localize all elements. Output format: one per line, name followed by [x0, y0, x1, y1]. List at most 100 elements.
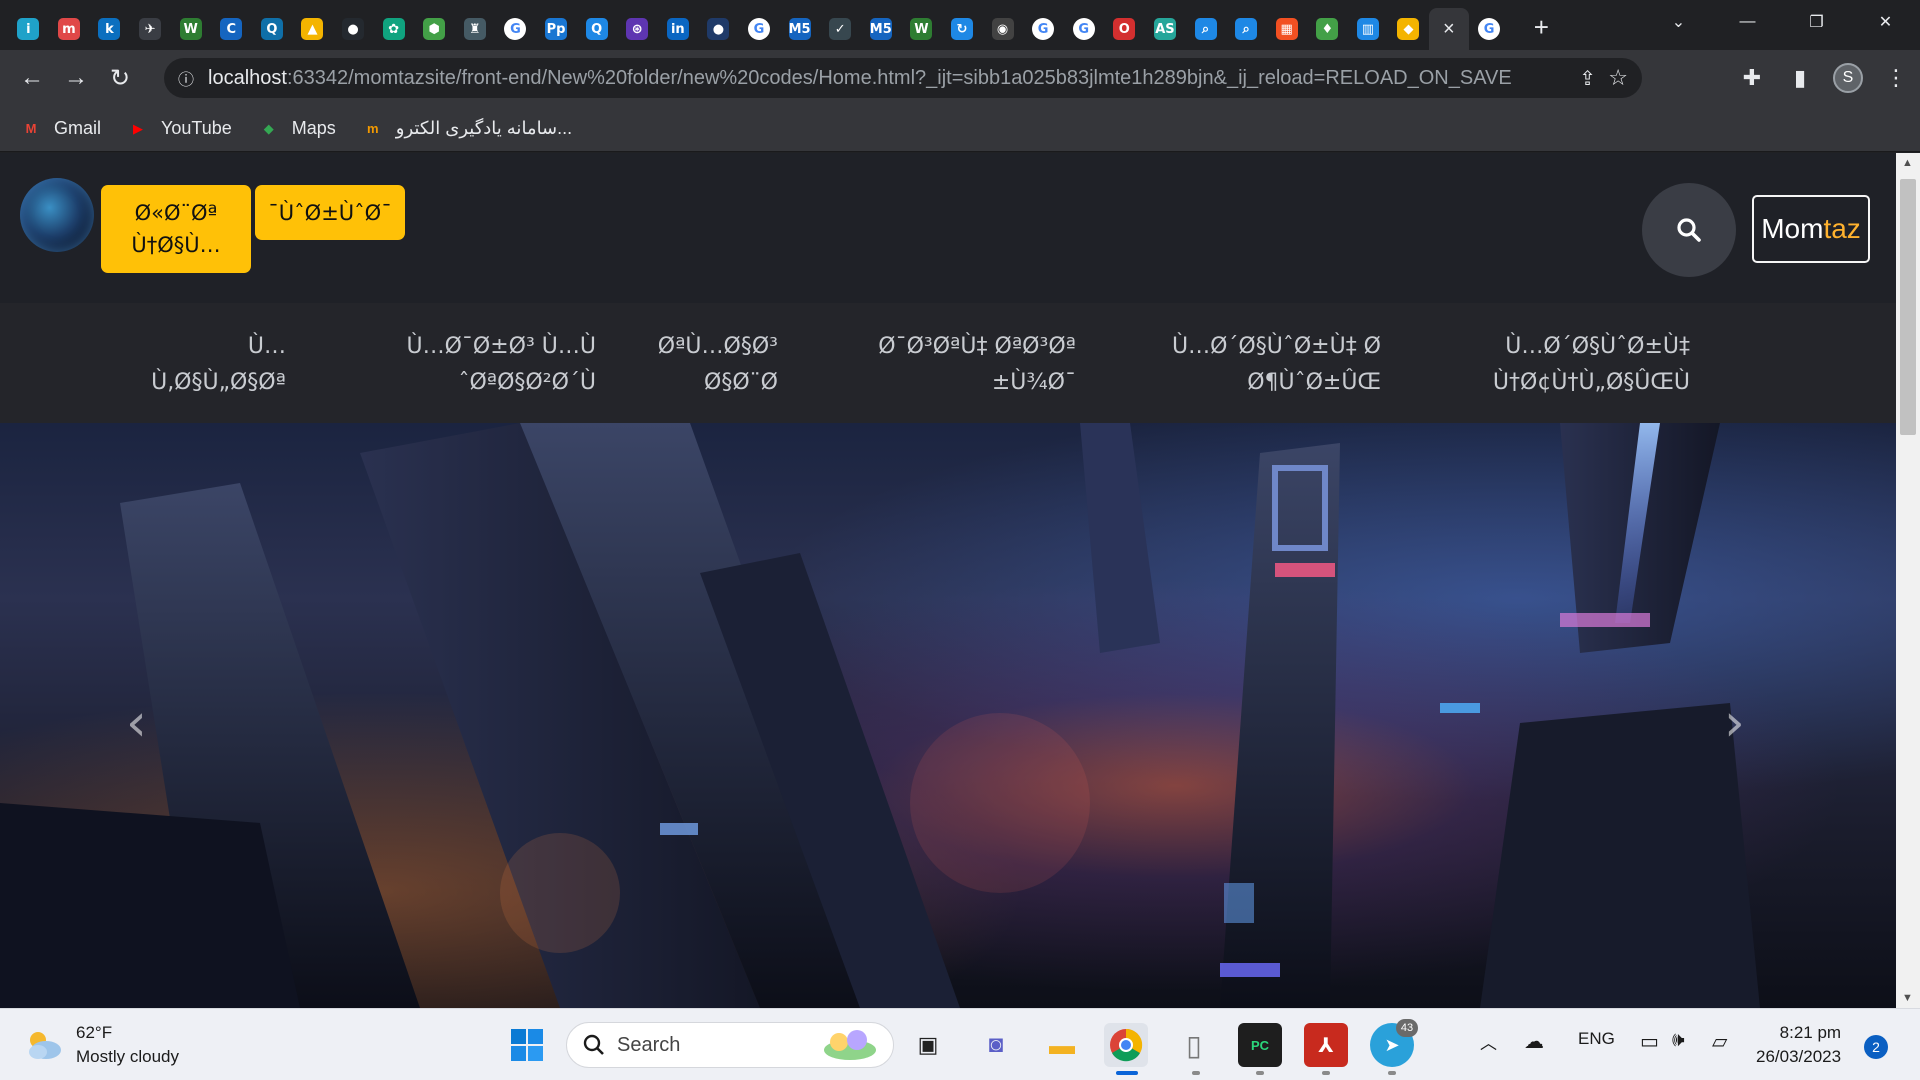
search-icon: [1677, 218, 1701, 242]
new-tab-button[interactable]: +: [1523, 9, 1559, 45]
browser-tab[interactable]: W: [901, 8, 942, 50]
file-explorer-icon[interactable]: ▬: [1040, 1023, 1084, 1067]
close-window-button[interactable]: ✕: [1851, 0, 1920, 44]
url-text[interactable]: localhost:63342/momtazsite/front-end/New…: [208, 67, 1568, 90]
browser-tab[interactable]: G: [1023, 8, 1064, 50]
browser-tab[interactable]: ✿: [373, 8, 414, 50]
browser-tab[interactable]: M5: [779, 8, 820, 50]
browser-tab[interactable]: ●: [698, 8, 739, 50]
bookmark-item[interactable]: ▶ YouTube: [127, 118, 232, 139]
start-button[interactable]: [505, 1023, 549, 1067]
browser-tab[interactable]: ✓: [820, 8, 861, 50]
show-hidden-icons-chevron-icon[interactable]: ︿: [1480, 1029, 1497, 1054]
browser-tab[interactable]: ♦: [1307, 8, 1348, 50]
bookmark-item[interactable]: M Gmail: [20, 118, 101, 139]
scroll-up-arrow[interactable]: ▲: [1902, 157, 1913, 169]
site-logo[interactable]: [20, 178, 94, 252]
tab-search-icon[interactable]: ⌄: [1644, 0, 1713, 44]
browser-tab[interactable]: Q: [252, 8, 293, 50]
pycharm-icon[interactable]: PC: [1238, 1023, 1282, 1067]
signup-button[interactable]: Ø«Ø¨Øª Ù†Ø§Ù…: [101, 185, 251, 273]
carousel-next-button[interactable]: ›: [1724, 693, 1745, 753]
browser-tab[interactable]: k: [89, 8, 130, 50]
address-bar[interactable]: ⓘ localhost:63342/momtazsite/front-end/N…: [164, 58, 1642, 98]
nav-link-online-consult[interactable]: Ù…Ø´Ø§ÙˆØ±Ù‡ Ù†Ø¢Ù†Ù„Ø§ÛŒÙ: [1493, 329, 1690, 401]
browser-tab[interactable]: ⌕: [1185, 8, 1226, 50]
scroll-down-arrow[interactable]: ▼: [1902, 992, 1913, 1004]
browser-tab[interactable]: ♜: [455, 8, 496, 50]
gmail-icon: M: [25, 121, 37, 136]
browser-tab[interactable]: C: [211, 8, 252, 50]
forward-button[interactable]: →: [54, 58, 98, 98]
page-scrollbar[interactable]: ▲ ▼: [1896, 153, 1920, 1008]
back-button[interactable]: ←: [10, 58, 54, 98]
weather-widget[interactable]: 62°F Mostly cloudy: [24, 1021, 179, 1069]
reload-button[interactable]: ↻: [98, 58, 142, 98]
site-info-icon[interactable]: ⓘ: [164, 66, 208, 90]
browser-tab[interactable]: ⌕: [1226, 8, 1267, 50]
browser-tab[interactable]: ✈: [130, 8, 171, 50]
tab-favicon-icon: W: [179, 18, 202, 40]
task-view-icon[interactable]: ▣: [906, 1023, 950, 1067]
close-tab-icon: ×: [1442, 17, 1455, 40]
browser-tab[interactable]: in: [658, 8, 699, 50]
notification-count-badge[interactable]: 2: [1864, 1035, 1888, 1059]
browser-tab[interactable]: M5: [860, 8, 901, 50]
lms-icon: m: [366, 121, 379, 136]
browser-tab[interactable]: ◉: [982, 8, 1023, 50]
browser-tab[interactable]: ⊛: [617, 8, 658, 50]
search-icon: [583, 1034, 604, 1055]
minimize-button[interactable]: —: [1713, 0, 1782, 44]
browser-tab[interactable]: ↻: [942, 8, 983, 50]
browser-tab[interactable]: G: [1469, 8, 1510, 50]
teams-chat-icon[interactable]: ◙: [974, 1023, 1018, 1067]
browser-tab[interactable]: G: [495, 8, 536, 50]
browser-tab[interactable]: i: [8, 8, 49, 50]
nav-link-test-categories[interactable]: Ø¯Ø³ØªÙ‡ ØªØ³Øª ±Ù¾Ø¯: [878, 329, 1076, 401]
browser-tab[interactable]: G: [739, 8, 780, 50]
bookmark-item[interactable]: ◆ Maps: [258, 118, 336, 139]
login-button[interactable]: ¯ÙˆØ±ÙˆØ¯: [255, 185, 405, 240]
language-indicator[interactable]: ENG: [1578, 1029, 1615, 1049]
taskbar-clock[interactable]: 8:21 pm 26/03/2023: [1756, 1021, 1841, 1069]
acrobat-icon[interactable]: ⅄: [1304, 1023, 1348, 1067]
chrome-taskbar-icon[interactable]: [1104, 1023, 1148, 1067]
browser-tab[interactable]: ▥: [1348, 8, 1389, 50]
taskbar-search[interactable]: Search: [566, 1022, 894, 1068]
notepad-icon[interactable]: ▯: [1172, 1023, 1216, 1067]
browser-tab[interactable]: O: [1104, 8, 1145, 50]
browser-tab[interactable]: Q: [576, 8, 617, 50]
share-icon[interactable]: ⇪: [1579, 66, 1596, 91]
volume-icon[interactable]: 🕪: [1672, 1029, 1685, 1052]
nav-link-contact[interactable]: ØªÙ…Ø§Ø³ Ø§Ø¨Ø: [658, 329, 778, 401]
browser-tab[interactable]: AS: [1145, 8, 1186, 50]
browser-tab[interactable]: ●: [333, 8, 374, 50]
restore-button[interactable]: ❐: [1782, 0, 1851, 44]
browser-tab[interactable]: ▦: [1266, 8, 1307, 50]
browser-tab[interactable]: m: [49, 8, 90, 50]
browser-tab[interactable]: ⬢: [414, 8, 455, 50]
scrollbar-thumb[interactable]: [1900, 179, 1916, 435]
nav-link-articles[interactable]: Ù… Ù‚Ø§Ù„Ø§Øª: [151, 329, 286, 401]
menu-icon[interactable]: ⋮: [1872, 65, 1920, 91]
site-search-button[interactable]: [1642, 183, 1736, 277]
onedrive-cloud-icon[interactable]: ☁: [1524, 1029, 1544, 1054]
bookmark-item[interactable]: m سامانه یادگیری الکترو...: [362, 118, 572, 139]
nav-link-teachers[interactable]: Ù…Ø¯Ø±Ø³ Ù…Ù ˆØªØ§Ø²Ø´Ù: [406, 329, 596, 401]
browser-tab[interactable]: ▲: [292, 8, 333, 50]
carousel-prev-button[interactable]: ‹: [126, 693, 147, 753]
side-panel-icon[interactable]: ▮: [1776, 65, 1824, 91]
profile-button[interactable]: S: [1824, 63, 1872, 93]
battery-icon[interactable]: ▱: [1712, 1029, 1727, 1054]
browser-tab[interactable]: G: [1063, 8, 1104, 50]
extensions-icon[interactable]: ✚: [1728, 65, 1776, 91]
network-icon[interactable]: ▭: [1640, 1029, 1659, 1054]
bookmark-star-icon[interactable]: ☆: [1608, 65, 1628, 91]
browser-tab[interactable]: Pp: [536, 8, 577, 50]
browser-tab[interactable]: ◆: [1388, 8, 1429, 50]
nav-link-in-person-consult[interactable]: Ù…Ø´Ø§ÙˆØ±Ù‡ Ø­ Ø¶ÙˆØ±ÛŒ: [1172, 329, 1381, 401]
browser-tab[interactable]: W: [170, 8, 211, 50]
brand-logo[interactable]: Mom taz: [1752, 195, 1870, 263]
toolbar-actions: ✚ ▮ S ⋮: [1728, 50, 1920, 106]
active-tab[interactable]: ×: [1428, 8, 1469, 50]
